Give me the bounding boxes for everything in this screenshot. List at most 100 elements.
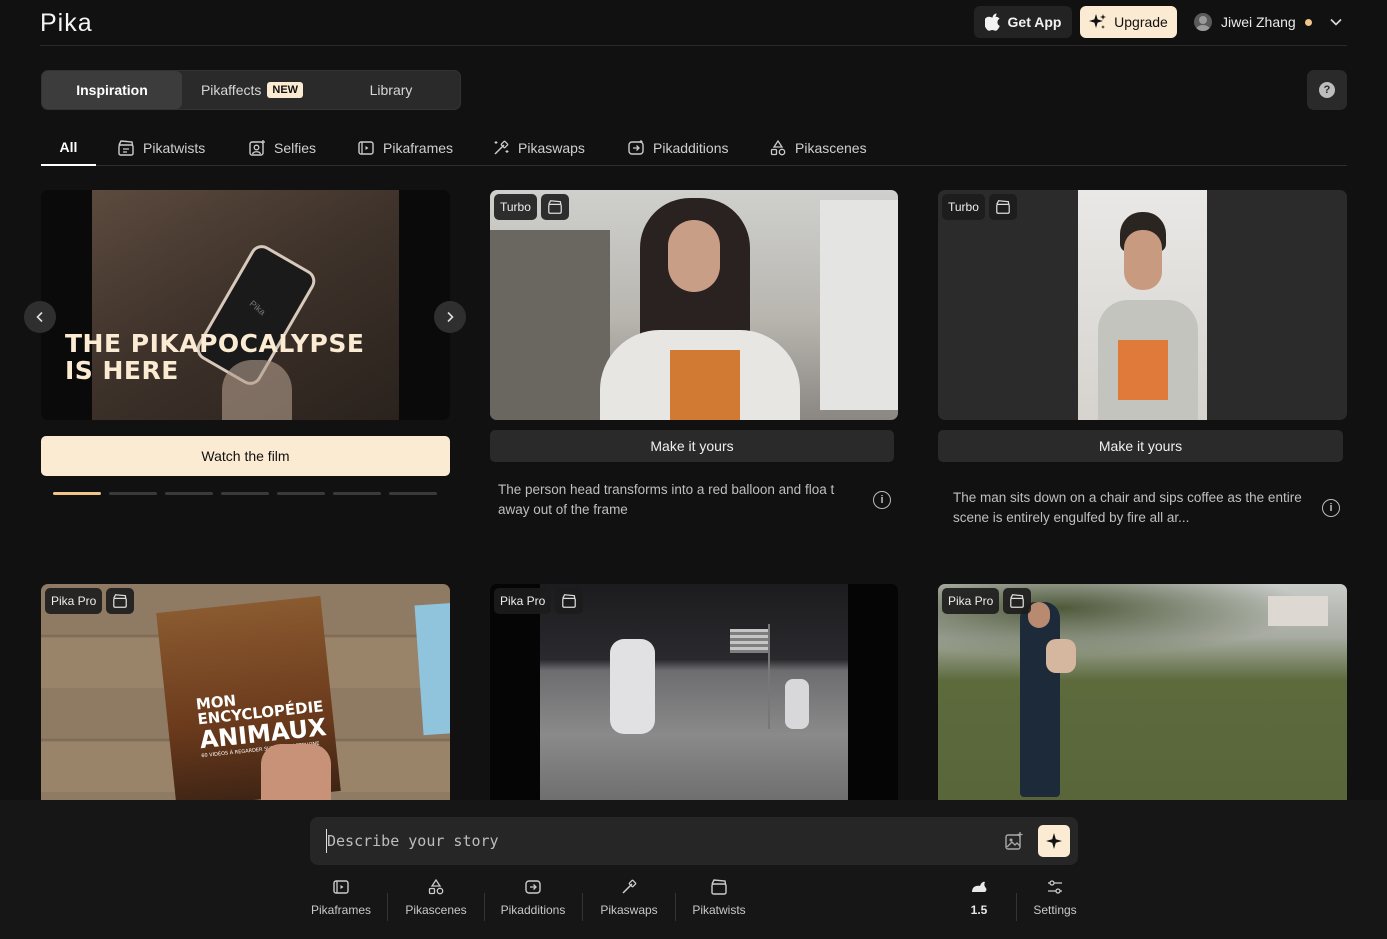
tool-pikadditions[interactable]: Pikadditions xyxy=(499,878,567,928)
category-label: Pikascenes xyxy=(795,140,867,156)
remix-button[interactable] xyxy=(1003,588,1031,614)
tool-pikaswaps[interactable]: Pikaswaps xyxy=(598,878,660,928)
progress-segment[interactable] xyxy=(165,492,213,495)
remix-button[interactable] xyxy=(555,588,583,614)
wand-icon xyxy=(622,879,637,894)
pika-logo[interactable]: Pika xyxy=(40,9,93,38)
toolbar-divider xyxy=(484,893,485,921)
tab-library[interactable]: Library xyxy=(322,71,460,109)
tab-inspiration[interactable]: Inspiration xyxy=(42,71,182,109)
clapperboard-icon xyxy=(711,879,727,895)
shapes-icon xyxy=(428,878,444,895)
selfie-icon xyxy=(249,140,265,156)
remix-button[interactable] xyxy=(106,588,134,614)
remix-button[interactable] xyxy=(541,194,569,220)
toolbar-divider xyxy=(1016,893,1017,921)
category-pikatwists[interactable]: Pikatwists xyxy=(117,130,205,166)
carousel-next-button[interactable] xyxy=(434,301,466,333)
animal-image xyxy=(1046,639,1076,673)
house-image xyxy=(1268,596,1328,626)
apple-icon xyxy=(984,13,1000,31)
upgrade-label: Upgrade xyxy=(1114,14,1168,30)
category-selfies[interactable]: Selfies xyxy=(248,130,316,166)
tool-label: Pikadditions xyxy=(500,903,566,917)
story-prompt-input[interactable] xyxy=(326,829,966,853)
clapperboard-icon xyxy=(562,594,576,608)
category-all[interactable]: All xyxy=(41,130,96,166)
add-image-icon[interactable] xyxy=(1004,831,1024,851)
make-it-yours-button[interactable]: Make it yours xyxy=(490,430,894,462)
category-pikadditions[interactable]: Pikadditions xyxy=(627,130,729,166)
category-label: Pikadditions xyxy=(653,140,729,156)
add-frame-icon xyxy=(525,880,541,894)
top-bar: Pika Get App Upgrade Jiwei Zhang xyxy=(40,0,1347,46)
generate-button[interactable] xyxy=(1038,825,1070,857)
tool-label: Pikatwists xyxy=(692,903,746,917)
frames-icon xyxy=(333,880,349,894)
help-button[interactable]: ? xyxy=(1307,70,1347,110)
frames-icon xyxy=(358,141,374,155)
video-card-thumbnail[interactable]: Pika Pro xyxy=(490,584,898,800)
settings-button[interactable]: Settings xyxy=(1030,878,1080,928)
tool-pikaframes[interactable]: Pikaframes xyxy=(310,878,372,928)
progress-segment[interactable] xyxy=(389,492,437,495)
video-card-thumbnail[interactable]: MON ENCYCLOPÉDIE ANIMAUX 60 VIDÉOS À REG… xyxy=(41,584,450,800)
prompt-box xyxy=(310,817,1078,865)
clapperboard-icon xyxy=(118,140,134,156)
get-app-button[interactable]: Get App xyxy=(974,6,1072,38)
tool-pikascenes[interactable]: Pikascenes xyxy=(403,878,469,928)
progress-segment[interactable] xyxy=(277,492,325,495)
watch-film-button[interactable]: Watch the film xyxy=(41,436,450,476)
help-icon: ? xyxy=(1319,82,1335,98)
progress-segment[interactable] xyxy=(333,492,381,495)
upgrade-button[interactable]: Upgrade xyxy=(1080,6,1177,38)
category-tabs: All Pikatwists Selfies Pikaframes Pikasw… xyxy=(41,130,1347,166)
progress-segment[interactable] xyxy=(221,492,269,495)
tool-pikatwists[interactable]: Pikatwists xyxy=(690,878,748,928)
add-frame-icon xyxy=(628,140,644,155)
person-face-image xyxy=(668,220,720,292)
feature-video[interactable]: Pika THE PIKAPOCALYPSE IS HERE xyxy=(41,190,450,420)
progress-segment[interactable] xyxy=(109,492,157,495)
person-face-image xyxy=(1028,602,1050,628)
shirt-print-image xyxy=(1118,340,1168,400)
kitchen-image xyxy=(490,230,610,420)
person-image xyxy=(1020,602,1060,797)
remix-button[interactable] xyxy=(989,194,1017,220)
rabbit-icon xyxy=(972,881,987,892)
headline-line-2: IS HERE xyxy=(65,356,179,385)
new-badge: NEW xyxy=(267,82,304,98)
category-pikaswaps[interactable]: Pikaswaps xyxy=(492,130,585,166)
category-label: Pikaframes xyxy=(383,140,454,156)
feature-headline: THE PIKAPOCALYPSE IS HERE xyxy=(65,330,364,384)
chevron-right-icon xyxy=(447,311,454,323)
user-name: Jiwei Zhang xyxy=(1221,14,1296,30)
info-icon[interactable]: i xyxy=(873,491,891,509)
carousel-prev-button[interactable] xyxy=(24,301,56,333)
video-card-thumbnail[interactable]: Turbo xyxy=(490,190,898,420)
info-icon[interactable]: i xyxy=(1322,499,1340,517)
progress-segment[interactable] xyxy=(53,492,101,495)
tab-pikaffects[interactable]: Pikaffects NEW xyxy=(182,71,322,109)
video-card-thumbnail[interactable]: Turbo xyxy=(938,190,1347,420)
turbo-badge: Turbo xyxy=(942,194,985,220)
moon-video-frame xyxy=(540,584,848,800)
user-menu[interactable]: Jiwei Zhang xyxy=(1194,6,1343,38)
clapperboard-icon xyxy=(1010,594,1024,608)
hand-image xyxy=(261,744,331,800)
category-pikaframes[interactable]: Pikaframes xyxy=(357,130,453,166)
pika-pro-badge: Pika Pro xyxy=(942,588,1000,614)
tool-label: Pikaswaps xyxy=(600,903,658,917)
make-it-yours-button[interactable]: Make it yours xyxy=(938,430,1343,462)
video-card-thumbnail[interactable]: Pika Pro xyxy=(938,584,1347,800)
avatar xyxy=(1194,13,1212,31)
toolbar-divider xyxy=(387,893,388,921)
flag-image xyxy=(730,629,768,653)
model-selector[interactable]: 1.5 xyxy=(962,878,996,928)
carousel-progress xyxy=(53,492,437,495)
clapperboard-icon xyxy=(113,594,127,608)
tab-pikaffects-label: Pikaffects xyxy=(200,82,262,98)
category-pikascenes[interactable]: Pikascenes xyxy=(769,130,867,166)
main-tabs: Inspiration Pikaffects NEW Library xyxy=(41,70,461,110)
sliders-icon xyxy=(1048,880,1062,894)
